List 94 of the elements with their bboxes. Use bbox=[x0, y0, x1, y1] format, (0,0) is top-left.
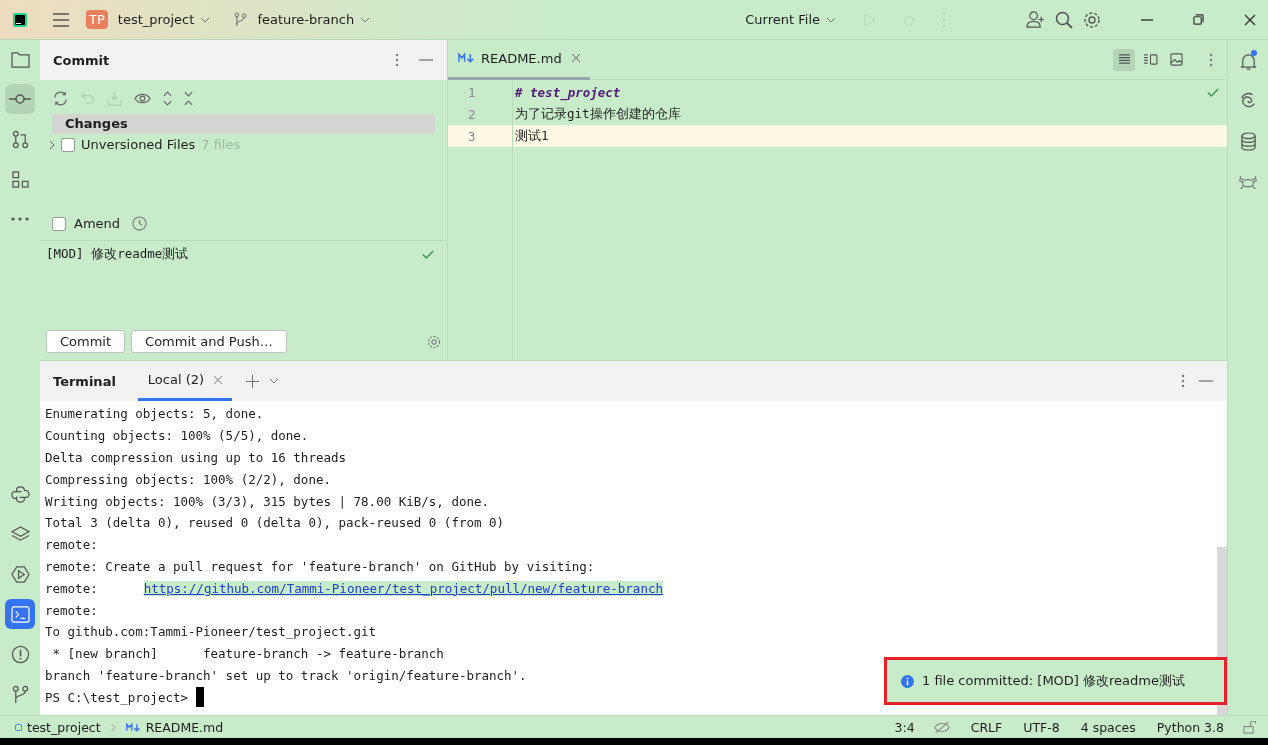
terminal-output-line: Enumerating objects: 5, done. bbox=[45, 406, 264, 422]
settings-icon[interactable] bbox=[427, 334, 441, 349]
code-line: # test_project bbox=[515, 84, 621, 100]
terminal-output-line: Compressing objects: 100% (2/2), done. bbox=[45, 471, 331, 487]
chevron-down-icon[interactable] bbox=[269, 378, 280, 384]
structure-icon[interactable] bbox=[11, 170, 29, 188]
settings-icon[interactable] bbox=[1083, 10, 1101, 29]
refresh-icon[interactable] bbox=[53, 90, 68, 106]
chevron-down-icon[interactable] bbox=[200, 16, 211, 23]
commit-tool-button[interactable] bbox=[5, 84, 35, 114]
project-selector[interactable]: test_project bbox=[117, 12, 195, 27]
lines-icon[interactable] bbox=[1117, 54, 1131, 65]
minimize-icon[interactable] bbox=[1141, 18, 1153, 21]
more-icon[interactable] bbox=[1181, 374, 1185, 388]
module-icon bbox=[15, 723, 22, 731]
terminal-output-line: remote: bbox=[45, 580, 98, 596]
editor-only-view-button[interactable] bbox=[1113, 48, 1135, 71]
terminal-output-line: remote: Create a pull request for 'feature-branch' on GitHub by visiting: bbox=[45, 558, 595, 574]
checkmark-icon bbox=[422, 250, 434, 259]
terminal-tool-button[interactable] bbox=[5, 599, 35, 629]
commit-icon[interactable] bbox=[9, 94, 31, 104]
info-icon bbox=[901, 674, 914, 688]
split-view-icon[interactable] bbox=[1142, 54, 1158, 65]
menu-icon[interactable] bbox=[52, 12, 70, 27]
notification-text: 1 file committed: [MOD] 修改readme测试 bbox=[922, 672, 1185, 690]
panel-title: Terminal bbox=[53, 373, 116, 389]
line-number: 2 bbox=[468, 106, 476, 122]
amend-label[interactable]: Amend bbox=[74, 216, 121, 231]
commit-button[interactable]: Commit bbox=[46, 330, 126, 353]
clock-icon[interactable] bbox=[132, 216, 148, 231]
restore-icon[interactable] bbox=[1193, 14, 1204, 25]
terminal-output-line: Delta compression using up to 16 threads bbox=[45, 450, 347, 465]
spiral-icon[interactable] bbox=[1239, 92, 1257, 110]
line-number: 1 bbox=[468, 84, 476, 100]
status-item[interactable]: 3:4 bbox=[894, 719, 915, 735]
terminal-output-line: remote: bbox=[45, 602, 98, 618]
checkmark-icon bbox=[1207, 88, 1219, 97]
line-number: 3 bbox=[468, 128, 476, 144]
terminal-prompt: PS C:\test_project> bbox=[45, 689, 188, 705]
more-icon[interactable] bbox=[11, 217, 29, 221]
panel-title: Commit bbox=[53, 52, 110, 68]
plus-icon[interactable] bbox=[246, 374, 260, 388]
search-icon[interactable] bbox=[1055, 10, 1073, 29]
more-icon[interactable] bbox=[395, 53, 399, 67]
markdown-icon bbox=[125, 722, 141, 732]
terminal-output-line: branch 'feature-branch' set up to track 'origin/feature-branch'. bbox=[45, 667, 527, 683]
terminal-output-line: remote: bbox=[45, 537, 98, 553]
close-icon[interactable] bbox=[1244, 13, 1256, 26]
status-item[interactable]: 4 spaces bbox=[1080, 719, 1136, 735]
editor-tab[interactable]: README.md bbox=[448, 39, 590, 80]
unversioned-files-label[interactable]: Unversioned Files bbox=[81, 137, 196, 152]
branch-icon bbox=[234, 12, 248, 27]
terminal-output-line: Total 3 (delta 0), reused 0 (delta 0), pack-reused 0 (from 0) bbox=[45, 515, 505, 531]
terminal-icon[interactable] bbox=[10, 605, 30, 623]
chevron-down-icon[interactable] bbox=[826, 16, 836, 23]
code-line: 测试1 bbox=[515, 127, 549, 145]
chevron-right-icon[interactable] bbox=[49, 139, 55, 150]
commit-and-push-button[interactable]: Commit and Push… bbox=[131, 330, 287, 353]
status-item[interactable]: CRLF bbox=[970, 719, 1003, 735]
project-avatar: TP bbox=[86, 10, 108, 29]
expand-icon[interactable] bbox=[163, 90, 172, 106]
image-icon[interactable] bbox=[1169, 53, 1183, 66]
commit-message-field[interactable]: [MOD] 修改readme测试 bbox=[40, 240, 447, 324]
branch-icon[interactable] bbox=[11, 684, 29, 704]
markdown-icon bbox=[458, 53, 475, 63]
amend-checkbox[interactable] bbox=[52, 216, 66, 231]
run-configuration-selector[interactable]: Current File bbox=[745, 12, 820, 27]
checkbox[interactable] bbox=[61, 137, 75, 152]
unlocked-icon[interactable] bbox=[1243, 720, 1256, 734]
terminal-output-line: Counting objects: 100% (5/5), done. bbox=[45, 428, 309, 444]
breadcrumb[interactable]: test_project bbox=[27, 719, 101, 735]
collapse-icon[interactable] bbox=[184, 90, 193, 106]
add-user-icon[interactable] bbox=[1026, 11, 1045, 28]
pull-request-link[interactable]: https://github.com/Tammi-Pioneer/test_project/pull/new/feature-branch bbox=[143, 580, 663, 596]
chevron-right-icon bbox=[110, 722, 116, 732]
status-item[interactable]: Python 3.8 bbox=[1156, 719, 1224, 735]
branch-selector[interactable]: feature-branch bbox=[257, 12, 355, 27]
layers-icon[interactable] bbox=[10, 525, 30, 543]
eye-icon[interactable] bbox=[134, 91, 151, 105]
terminal-output-line: To github.com:Tammi-Pioneer/test_project.git bbox=[45, 624, 377, 640]
app-logo-icon[interactable] bbox=[12, 11, 28, 28]
folder-icon[interactable] bbox=[10, 50, 30, 68]
status-item[interactable]: UTF-8 bbox=[1023, 719, 1060, 735]
terminal-output-line: * [new branch] feature-branch -> feature-branch bbox=[51, 646, 444, 662]
database-icon[interactable] bbox=[1239, 131, 1257, 151]
code-line: 为了记录git操作创建的仓库 bbox=[515, 105, 681, 123]
more-icon[interactable] bbox=[1209, 52, 1213, 67]
text-cursor bbox=[196, 687, 204, 708]
hidden-eye-icon[interactable] bbox=[933, 720, 950, 734]
breadcrumb[interactable]: README.md bbox=[145, 719, 224, 735]
chevron-down-icon[interactable] bbox=[360, 16, 371, 23]
pull-request-icon[interactable] bbox=[11, 129, 29, 149]
terminal-output-line: Writing objects: 100% (3/3), 315 bytes | 78.00 KiB/s, done. bbox=[45, 493, 489, 509]
changes-group-row[interactable]: Changes bbox=[52, 114, 435, 134]
